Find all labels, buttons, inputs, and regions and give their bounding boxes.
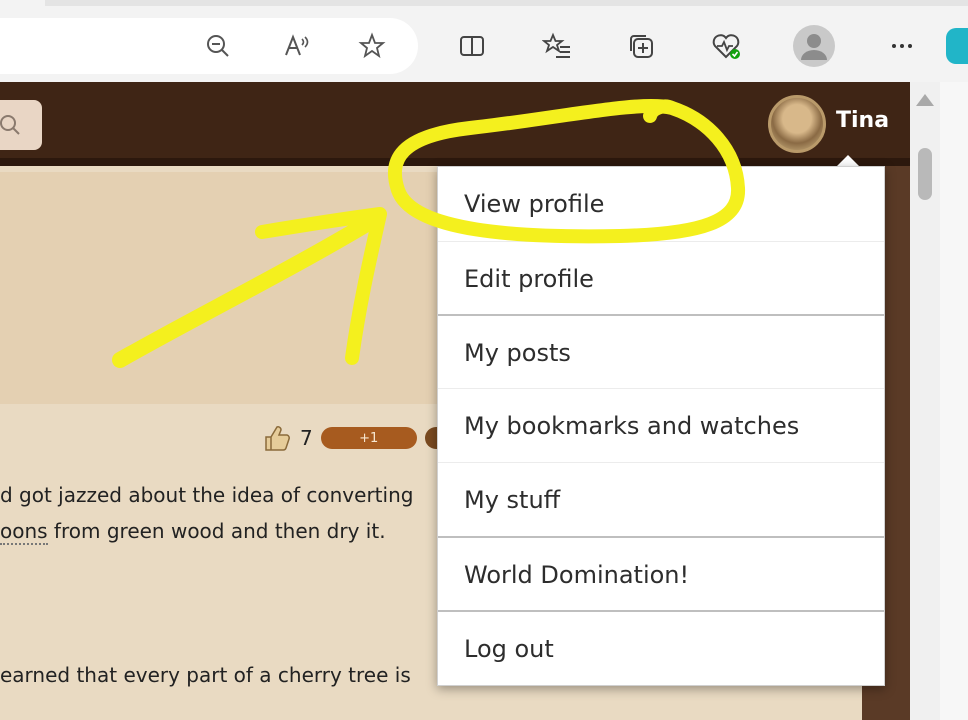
glossary-link[interactable]: oons [0,519,48,545]
collections-icon[interactable] [621,26,661,66]
site-search-box[interactable] [0,100,42,150]
menu-item-my-stuff[interactable]: My stuff [438,463,884,537]
menu-item-view-profile[interactable]: View profile [438,167,884,241]
menu-item-my-posts[interactable]: My posts [438,316,884,390]
address-bar[interactable] [0,18,418,74]
read-aloud-icon[interactable] [276,26,316,66]
zoom-out-icon[interactable] [198,26,238,66]
browser-essentials-icon[interactable] [706,26,746,66]
account-dropdown-menu: View profile Edit profile My posts My bo… [437,166,885,686]
split-screen-icon[interactable] [452,26,492,66]
tab-strip [45,0,968,6]
thumbs-up-icon[interactable] [262,423,292,453]
menu-item-edit-profile[interactable]: Edit profile [438,242,884,316]
post-text-line: earned that every part of a cherry tree … [0,663,411,687]
copilot-icon[interactable] [946,28,968,64]
plus-one-label: +1 [359,430,379,446]
user-avatar[interactable] [768,95,826,153]
profile-avatar-icon[interactable] [792,24,836,68]
scrollbar-thumb[interactable] [918,148,932,200]
menu-item-log-out[interactable]: Log out [438,612,884,686]
header-divider [0,158,910,166]
plus-one-button[interactable]: +1 [320,427,417,449]
menu-item-my-bookmarks[interactable]: My bookmarks and watches [438,389,884,463]
favorite-star-icon[interactable] [352,26,392,66]
post-text-line: oons from green wood and then dry it. [0,519,386,545]
username-link[interactable]: Tina [836,108,889,133]
favorites-list-icon[interactable] [537,26,577,66]
search-icon [0,115,20,135]
reaction-count: 7 [300,426,313,450]
more-options-icon[interactable] [882,26,922,66]
reaction-bar: 7 +1 [262,420,445,456]
menu-item-world-domination[interactable]: World Domination! [438,538,884,612]
post-text-line: d got jazzed about the idea of convertin… [0,483,414,507]
post-text-fragment: from green wood and then dry it. [47,519,386,543]
edge-sidebar [940,82,968,720]
scroll-up-arrow-icon[interactable] [916,94,934,106]
